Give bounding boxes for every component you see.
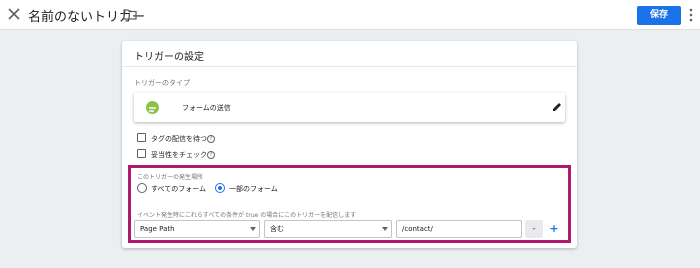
all-forms-radio[interactable] bbox=[137, 183, 147, 193]
variable-select[interactable]: Page Path bbox=[134, 220, 260, 238]
close-icon[interactable] bbox=[8, 8, 20, 20]
dropdown-arrow-icon bbox=[382, 227, 388, 231]
trigger-type-name: フォームの送信 bbox=[182, 104, 231, 112]
variable-value: Page Path bbox=[140, 225, 175, 233]
form-submit-icon bbox=[146, 101, 159, 114]
condition-value-input[interactable]: /contact/ bbox=[396, 220, 522, 238]
operator-select[interactable]: 含む bbox=[264, 220, 392, 238]
check-validation-checkbox[interactable] bbox=[137, 149, 146, 158]
remove-condition-button[interactable]: - bbox=[525, 220, 543, 238]
folder-icon[interactable] bbox=[123, 8, 137, 20]
some-forms-radio[interactable] bbox=[215, 183, 225, 193]
panel-divider bbox=[122, 66, 577, 67]
trigger-type-label: トリガーのタイプ bbox=[134, 79, 190, 87]
more-vert-icon[interactable] bbox=[688, 8, 694, 22]
panel-title: トリガーの設定 bbox=[134, 52, 204, 63]
wait-for-tags-checkbox[interactable] bbox=[137, 133, 146, 142]
top-bar: 名前のないトリガー 保存 bbox=[0, 0, 700, 30]
help-icon[interactable]: ? bbox=[207, 135, 215, 143]
some-forms-label: 一部のフォーム bbox=[229, 185, 278, 193]
dropdown-arrow-icon bbox=[250, 227, 256, 231]
operator-value: 含む bbox=[270, 225, 284, 233]
fire-on-label: このトリガーの発生場所 bbox=[137, 174, 204, 181]
all-forms-label: すべてのフォーム bbox=[151, 185, 207, 193]
help-icon[interactable]: ? bbox=[207, 151, 215, 159]
wait-for-tags-label: タグの配信を待つ bbox=[151, 135, 207, 143]
trigger-type-card[interactable]: フォームの送信 bbox=[134, 93, 565, 122]
check-validation-label: 妥当性をチェック bbox=[151, 151, 207, 159]
add-condition-button[interactable]: + bbox=[547, 220, 561, 238]
condition-label: イベント発生時にこれらすべての条件が true の場合にこのトリガーを配信します bbox=[137, 212, 357, 219]
condition-value: /contact/ bbox=[402, 225, 433, 233]
save-button[interactable]: 保存 bbox=[637, 6, 681, 25]
edit-pencil-icon[interactable] bbox=[552, 102, 562, 112]
